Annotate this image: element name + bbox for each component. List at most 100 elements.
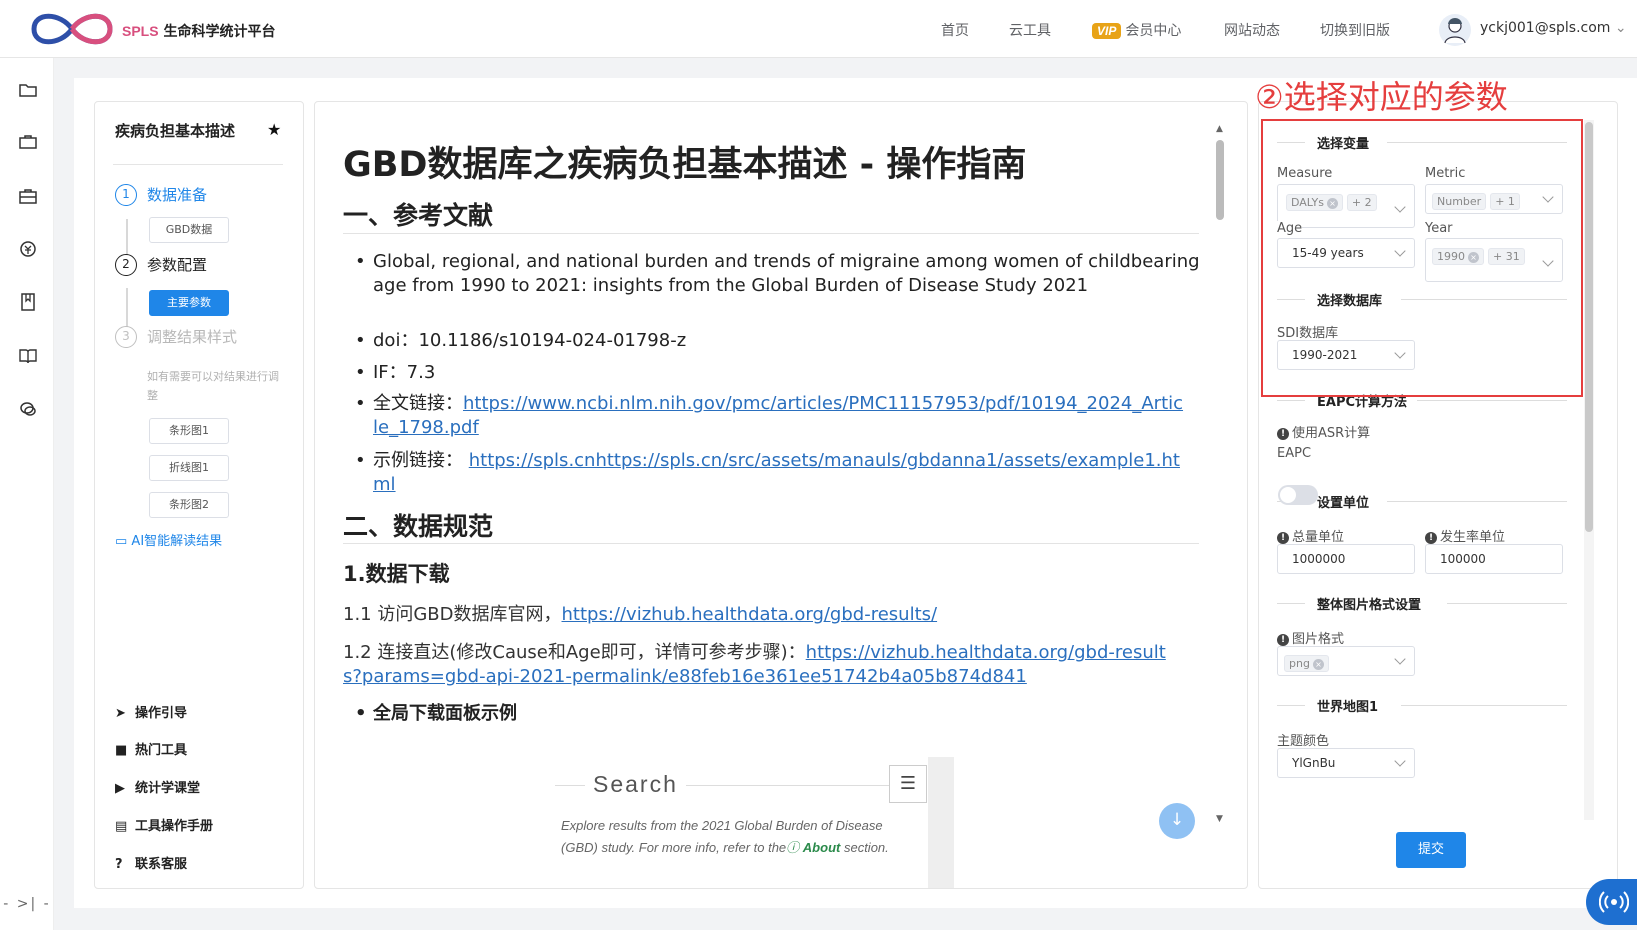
rate-unit-input[interactable]: 100000 [1425,544,1563,574]
chevron-down-icon: ⌄ [1614,20,1627,36]
step-3-circle: 3 [115,326,137,348]
section-world-map: 世界地图1 [1277,696,1577,715]
nav-site-news[interactable]: 网站动态 [1224,20,1280,40]
sub-data-download: 1.数据下载 [343,562,450,586]
bar-chart-1-button[interactable]: 条形图1 [149,418,229,444]
nav-cloud-tools[interactable]: 云工具 [1009,20,1051,40]
doc-title: GBD数据库之疾病负担基本描述 - 操作指南 [343,145,1027,185]
star-icon[interactable]: ★ [267,120,281,139]
open-book-icon[interactable] [18,346,38,366]
bar-chart-2-button[interactable]: 条形图2 [149,492,229,518]
user-account-menu[interactable]: yckj001@spls.com ⌄ [1480,20,1627,36]
help-circle-icon: ? [115,857,123,872]
divider [113,164,283,165]
line-chart-1-button[interactable]: 折线图1 [149,455,229,481]
example-link[interactable]: https://spls.cnhttps://spls.cn/src/asset… [469,450,1180,471]
step-2-label[interactable]: 参数配置 [147,254,207,275]
ref-title: • Global, regional, and national burden a… [355,251,1200,296]
menu-support[interactable]: ? 联系客服 [115,853,187,872]
menu-hot-tools[interactable]: ■ 热门工具 [115,739,187,758]
asr-eapc-toggle[interactable] [1278,485,1318,505]
main-params-button[interactable]: 主要参数 [149,290,229,316]
submit-button[interactable]: 提交 [1396,832,1466,868]
nav-old-version[interactable]: 切换到旧版 [1320,20,1390,40]
fulltext-link[interactable]: https://www.ncbi.nlm.nih.gov/pmc/article… [463,393,1183,414]
scroll-thumb[interactable] [1216,140,1224,220]
guide-document: GBD数据库之疾病负担基本描述 - 操作指南 一、参考文献 • Global, r… [314,101,1248,889]
ai-interpret-link[interactable]: ▭ AI智能解读结果 [115,530,222,549]
collapse-sidebar-icon[interactable]: - >| - [0,896,54,912]
scroll-up-icon[interactable]: ▲ [1216,124,1223,134]
about-link: ⓘ About [786,840,841,855]
send-arrow-icon: ➤ [115,706,126,721]
embed-description: Explore results from the 2021 Global Bur… [561,818,889,855]
chevron-down-icon [1394,653,1406,665]
step-panel: 疾病负担基本描述 ★ 1 数据准备 GBD数据 2 参数配置 主要参数 3 调整… [94,101,304,889]
divider [343,543,1199,544]
step-connector [126,288,128,328]
toggle-knob [1280,487,1296,503]
example-link-cont[interactable]: ml [373,474,396,495]
document-icon: ▤ [115,819,128,834]
hamburger-menu-icon: ☰ [889,765,927,803]
logo-title: SPLS 生命科学统计平台 [122,23,276,40]
total-unit-input[interactable]: 1000000 [1277,544,1415,574]
ref-doi: • doi：10.1186/s10194-024-01798-z [355,330,687,351]
divider [343,233,1199,234]
menu-manual[interactable]: ▤ 工具操作手册 [115,815,213,834]
panel-example-bullet: • 全局下载面板示例 [355,703,517,724]
section-units: 设置单位 [1277,492,1577,511]
gbd-data-button[interactable]: GBD数据 [149,217,229,243]
png-tag: png × [1284,655,1329,672]
monitor-chart-icon: ▭ [115,534,132,549]
menu-guide[interactable]: ➤ 操作引导 [115,702,187,721]
toolbox-icon: ■ [115,743,128,758]
step-1-label[interactable]: 数据准备 [147,184,207,205]
rate-unit-label: ! 发生率单位 [1425,526,1505,545]
gbd-permalink-link-cont[interactable]: s?params=gbd-api-2021-permalink/e88feb16… [343,666,1027,687]
toolbox-icon[interactable] [18,186,38,206]
step-1-2: 1.2 连接直达(修改Cause和Age即可，详情可参考步骤)：https://… [343,642,1166,687]
info-icon: ! [1277,532,1289,544]
theme-color-select[interactable]: YlGnBu [1277,748,1415,778]
step-3-label[interactable]: 调整结果样式 [147,326,237,347]
top-header: SPLS 生命科学统计平台 首页 云工具 VIP 会员中心 网站动态 切换到旧版 … [0,0,1637,58]
section-data-spec: 二、数据规范 [343,512,494,541]
avatar-icon[interactable] [1438,13,1472,47]
annotation-highlight-box [1261,119,1583,397]
chat-bubbles-icon[interactable] [18,399,38,419]
info-icon: ! [1425,532,1437,544]
ref-if: • IF：7.3 [355,362,436,383]
bookmark-book-icon[interactable] [18,292,38,312]
theme-color-label: 主题颜色 [1277,734,1330,749]
download-arrow-icon[interactable]: ↓ [1159,803,1195,839]
spls-logo-icon[interactable] [30,8,114,50]
app-root: { "header": { "logo_text": "SPLS", "logo… [0,0,1637,930]
live-broadcast-icon[interactable] [1586,879,1637,925]
fulltext-link-cont[interactable]: le_1798.pdf [373,417,479,438]
step-1-circle: 1 [115,184,137,206]
nav-member-center[interactable]: VIP 会员中心 [1092,20,1181,40]
scroll-down-icon[interactable]: ▼ [1216,814,1223,824]
annotation-label: ②选择对应的参数 [1255,78,1508,116]
gbd-permalink-link[interactable]: https://vizhub.healthdata.org/gbd-result [806,642,1166,663]
gbd-results-link[interactable]: https://vizhub.healthdata.org/gbd-result… [562,604,938,625]
image-format-label: ! 图片格式 [1277,628,1344,647]
embed-search-title: Search [585,771,686,798]
folder-icon[interactable] [18,80,38,100]
image-format-select[interactable]: png × [1277,646,1415,676]
gbd-search-screenshot: Search ☰ Explore results from the 2021 G… [555,757,975,888]
params-scrollbar[interactable] [1584,120,1594,820]
briefcase-icon[interactable] [18,132,38,152]
doc-scrollbar[interactable]: ▲ ▼ [1215,124,1225,864]
currency-icon[interactable] [18,239,38,259]
icon-side-rail: - >| - [0,58,54,930]
ref-example: • 示例链接： https://spls.cnhttps://spls.cn/sr… [355,450,1180,495]
section-image-format: 整体图片格式设置 [1277,594,1577,613]
asr-eapc-label: ! 使用ASR计算 EAPC [1277,426,1371,461]
info-icon: ! [1277,634,1289,646]
menu-stats-class[interactable]: ▶ 统计学课堂 [115,777,200,796]
nav-home[interactable]: 首页 [941,20,969,40]
tag-close-icon[interactable]: × [1312,659,1324,670]
scroll-thumb[interactable] [1585,122,1593,532]
